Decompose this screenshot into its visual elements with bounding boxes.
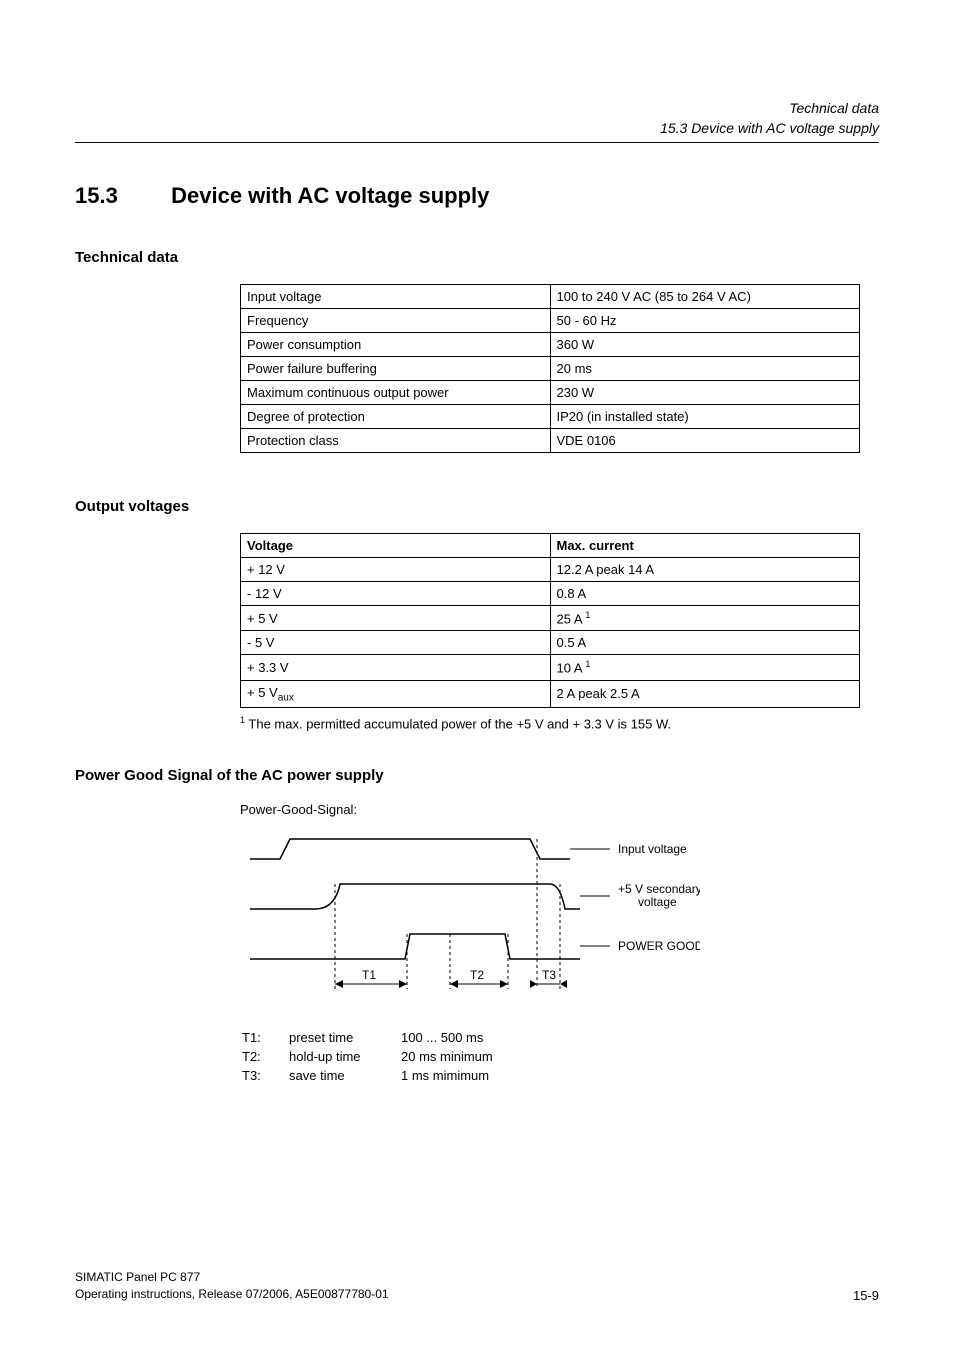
header-divider [75,142,879,143]
voltage-header: Voltage [241,534,551,558]
timing-name: save time [289,1067,399,1084]
timing-row: T1:preset time100 ... 500 ms [242,1029,503,1046]
table-cell-value: 360 W [550,333,860,357]
table-cell-value: 230 W [550,381,860,405]
timing-value: 100 ... 500 ms [401,1029,503,1046]
header-subtitle: 15.3 Device with AC voltage supply [75,120,879,136]
page-footer: SIMATIC Panel PC 877 Operating instructi… [75,1269,879,1303]
power-good-heading: Power Good Signal of the AC power supply [75,767,879,784]
svg-text:Input voltage: Input voltage [618,842,687,856]
svg-text:voltage: voltage [638,895,677,909]
section-title-text: Device with AC voltage supply [171,183,489,208]
current-cell: 0.5 A [550,631,860,655]
current-cell: 10 A 1 [550,655,860,680]
table-row: Power consumption360 W [241,333,860,357]
footer-line1: SIMATIC Panel PC 877 [75,1269,389,1286]
voltage-cell: + 3.3 V [241,655,551,680]
output-voltages-table: Voltage Max. current + 12 V12.2 A peak 1… [240,533,860,708]
table-row: Degree of protectionIP20 (in installed s… [241,405,860,429]
timing-row: T3:save time1 ms mimimum [242,1067,503,1084]
header-title: Technical data [75,100,879,116]
table-row: Protection classVDE 0106 [241,429,860,453]
timing-symbol: T3: [242,1067,287,1084]
table-cell-label: Degree of protection [241,405,551,429]
diagram-title: Power-Good-Signal: [240,802,879,817]
technical-data-heading: Technical data [75,249,879,266]
timing-name: hold-up time [289,1048,399,1065]
table-row: + 3.3 V10 A 1 [241,655,860,680]
table-cell-value: 100 to 240 V AC (85 to 264 V AC) [550,285,860,309]
table-cell-label: Input voltage [241,285,551,309]
table-cell-value: IP20 (in installed state) [550,405,860,429]
table-row: + 5 V25 A 1 [241,606,860,631]
timing-symbol: T2: [242,1048,287,1065]
table-row: - 5 V0.5 A [241,631,860,655]
timing-symbol: T1: [242,1029,287,1046]
table-cell-label: Power failure buffering [241,357,551,381]
current-cell: 2 A peak 2.5 A [550,680,860,708]
section-title: 15.3 Device with AC voltage supply [75,183,879,209]
voltage-cell: + 5 V [241,606,551,631]
timing-name: preset time [289,1029,399,1046]
timing-row: T2:hold-up time20 ms minimum [242,1048,503,1065]
footer-line2: Operating instructions, Release 07/2006,… [75,1286,389,1303]
current-cell: 25 A 1 [550,606,860,631]
table-row: Maximum continuous output power230 W [241,381,860,405]
current-cell: 0.8 A [550,582,860,606]
table-row: + 5 Vaux2 A peak 2.5 A [241,680,860,708]
svg-text:T1: T1 [362,968,376,982]
voltage-cell: - 12 V [241,582,551,606]
timing-value: 20 ms minimum [401,1048,503,1065]
power-good-diagram: Power-Good-Signal: Input voltage +5 V se… [240,802,879,1086]
voltages-footnote: 1 The max. permitted accumulated power o… [240,715,879,731]
table-cell-label: Maximum continuous output power [241,381,551,405]
svg-text:T2: T2 [470,968,484,982]
footnote-text: The max. permitted accumulated power of … [245,717,671,732]
voltage-cell: + 12 V [241,558,551,582]
voltage-cell: + 5 Vaux [241,680,551,708]
table-row: Power failure buffering20 ms [241,357,860,381]
output-voltages-heading: Output voltages [75,498,879,515]
svg-text:+5 V secondary: +5 V secondary [618,882,700,896]
table-row: + 12 V12.2 A peak 14 A [241,558,860,582]
timing-value: 1 ms mimimum [401,1067,503,1084]
table-cell-label: Protection class [241,429,551,453]
table-row: - 12 V0.8 A [241,582,860,606]
voltage-cell: - 5 V [241,631,551,655]
footer-left: SIMATIC Panel PC 877 Operating instructi… [75,1269,389,1303]
section-number: 15.3 [75,183,165,209]
technical-data-table: Input voltage100 to 240 V AC (85 to 264 … [240,284,860,453]
table-cell-value: VDE 0106 [550,429,860,453]
table-cell-value: 20 ms [550,357,860,381]
timing-diagram-svg: Input voltage +5 V secondary voltage POW… [240,829,700,1009]
svg-text:T3: T3 [542,968,556,982]
table-cell-value: 50 - 60 Hz [550,309,860,333]
svg-text:POWER GOOD: POWER GOOD [618,939,700,953]
current-header: Max. current [550,534,860,558]
table-cell-label: Power consumption [241,333,551,357]
table-row: Frequency50 - 60 Hz [241,309,860,333]
table-row: Input voltage100 to 240 V AC (85 to 264 … [241,285,860,309]
timing-table: T1:preset time100 ... 500 ms T2:hold-up t… [240,1027,505,1086]
table-cell-label: Frequency [241,309,551,333]
current-cell: 12.2 A peak 14 A [550,558,860,582]
page-number: 15-9 [853,1288,879,1303]
